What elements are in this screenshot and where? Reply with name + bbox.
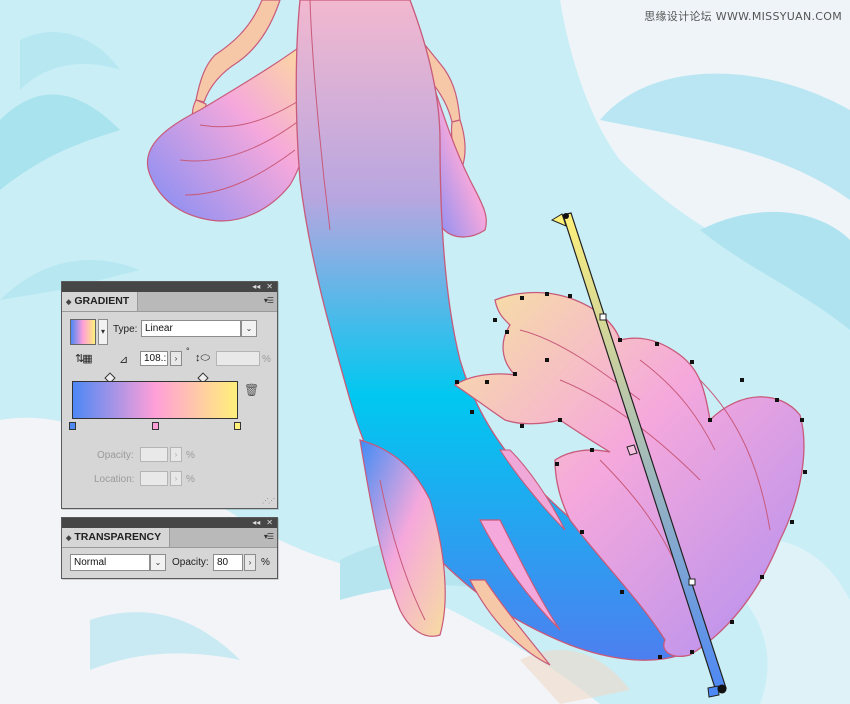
aspect-ratio-icon: ↕⬭	[195, 352, 210, 364]
opacity-spin[interactable]: ›	[244, 554, 256, 571]
stop-opacity-spin[interactable]: ›	[170, 447, 182, 462]
opacity-label: Opacity:	[172, 557, 209, 568]
stop-location-field[interactable]	[140, 471, 168, 486]
stop-opacity-field[interactable]	[140, 447, 168, 462]
gradient-stop-yellow[interactable]	[234, 422, 241, 430]
stop-opacity-unit: %	[186, 450, 195, 461]
type-select-arrow[interactable]: ⌄	[241, 320, 257, 337]
tab-gradient-label: GRADIENT	[74, 295, 130, 307]
tab-transparency-label: TRANSPARENCY	[74, 531, 162, 543]
tab-chevron-icon: ◆	[66, 299, 72, 306]
degree-symbol: °	[186, 346, 190, 356]
blend-mode-arrow[interactable]: ⌄	[150, 554, 166, 571]
delete-stop-icon[interactable]: 🗑	[244, 383, 259, 397]
reverse-gradient-icon[interactable]: ⇅▦	[75, 352, 93, 365]
blend-mode-select[interactable]: Normal	[70, 554, 150, 571]
type-select[interactable]: Linear	[141, 320, 241, 337]
collapse-icon[interactable]: ◂◂	[252, 283, 260, 291]
angle-icon: ⊿	[119, 354, 129, 366]
panel-menu-icon[interactable]: ▾☰	[264, 532, 274, 541]
angle-spin[interactable]: ›	[170, 351, 182, 366]
aspect-ratio-field[interactable]	[216, 351, 260, 366]
angle-field[interactable]: 108.:	[140, 351, 168, 366]
gradient-stop-pink[interactable]	[152, 422, 159, 430]
panel-titlebar[interactable]: ◂◂ ✕	[62, 282, 277, 292]
gradient-panel: ◂◂ ✕ ◆ GRADIENT ▾☰ ▾ Type: Linear ⌄ ⇅▦ ⊿ …	[61, 281, 278, 509]
type-label: Type:	[113, 324, 138, 335]
collapse-icon[interactable]: ◂◂	[252, 519, 260, 527]
gradient-stop-blue[interactable]	[69, 422, 76, 430]
panel-titlebar[interactable]: ◂◂ ✕	[62, 518, 277, 528]
stop-location-spin[interactable]: ›	[170, 471, 182, 486]
resize-grip-icon[interactable]: ⋰⋰	[262, 497, 275, 505]
opacity-unit: %	[261, 557, 270, 568]
aspect-unit: %	[262, 354, 271, 365]
gradient-tab-row: ◆ GRADIENT ▾☰	[62, 292, 277, 312]
gradient-swatch[interactable]	[70, 319, 96, 345]
close-icon[interactable]: ✕	[266, 519, 273, 527]
transparency-panel: ◂◂ ✕ ◆ TRANSPARENCY ▾☰ Normal ⌄ Opacity: …	[61, 517, 278, 579]
opacity-field[interactable]: 80	[213, 554, 243, 571]
stop-location-label: Location:	[94, 474, 135, 485]
close-icon[interactable]: ✕	[266, 283, 273, 291]
tab-chevron-icon: ◆	[66, 535, 72, 542]
panel-menu-icon[interactable]: ▾☰	[264, 296, 274, 305]
stop-location-unit: %	[186, 474, 195, 485]
tab-gradient[interactable]: ◆ GRADIENT	[62, 292, 139, 311]
stop-opacity-label: Opacity:	[97, 450, 134, 461]
watermark-text: 思缘设计论坛 WWW.MISSYUAN.COM	[644, 10, 842, 23]
gradient-swatch-dropdown[interactable]: ▾	[98, 319, 108, 345]
gradient-slider-bar[interactable]	[72, 381, 238, 419]
transparency-tab-row: ◆ TRANSPARENCY ▾☰	[62, 528, 277, 548]
tab-transparency[interactable]: ◆ TRANSPARENCY	[62, 528, 171, 547]
